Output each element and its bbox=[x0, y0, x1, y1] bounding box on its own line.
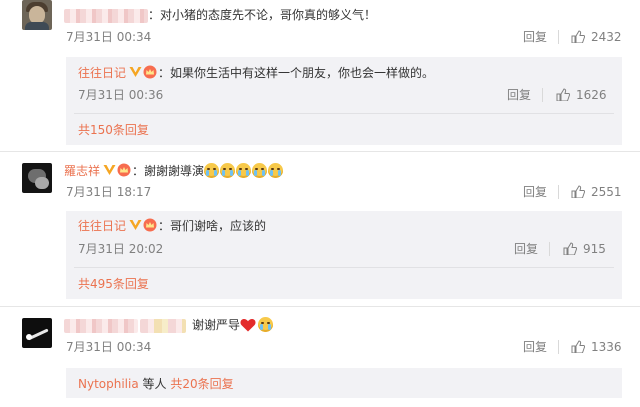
avatar-shape bbox=[35, 177, 49, 189]
divider bbox=[0, 306, 640, 307]
blurred-username[interactable] bbox=[64, 318, 138, 333]
vip-crown-icon bbox=[117, 163, 131, 177]
reply-2-username[interactable]: 往往日记 bbox=[78, 219, 126, 233]
vip-crown-icon bbox=[143, 218, 157, 232]
red-heart-emoji bbox=[240, 318, 256, 332]
comment-2-like-count: 2551 bbox=[591, 185, 622, 199]
avatar-body bbox=[25, 22, 49, 30]
comment-1-like-button[interactable]: 2432 bbox=[571, 29, 622, 45]
comment-2-like-button[interactable]: 2551 bbox=[571, 184, 622, 200]
avatar[interactable] bbox=[22, 318, 52, 348]
verified-v-icon bbox=[103, 165, 116, 175]
reply-1-like-count: 1626 bbox=[576, 88, 607, 102]
more-replies-link[interactable]: 共20条回复 bbox=[170, 377, 233, 391]
reply-1-reply-button[interactable]: 回复 bbox=[507, 87, 531, 103]
crying-face-emoji bbox=[220, 163, 236, 178]
crying-face-emoji bbox=[252, 163, 268, 178]
comment-3-line: 谢谢严导 bbox=[64, 317, 274, 333]
thumbs-up-icon bbox=[571, 30, 585, 43]
verified-v-icon bbox=[129, 67, 142, 77]
comment-3-text: 谢谢严导 bbox=[192, 318, 241, 332]
comment-2-line: 羅志祥 ：謝謝謝導演 bbox=[64, 163, 284, 179]
reply-users-link[interactable]: Nytophilia bbox=[78, 377, 139, 391]
thumbs-up-icon bbox=[571, 185, 585, 198]
comment-2-time: 7月31日 18:17 bbox=[66, 185, 152, 199]
thumbs-up-icon bbox=[556, 88, 570, 101]
avatar-shape bbox=[26, 334, 32, 340]
divider bbox=[542, 88, 543, 102]
reply-1-like-button[interactable]: 1626 bbox=[556, 87, 607, 103]
comment-1-line: ：对小猪的态度先不论，哥你真的够义气！ bbox=[64, 7, 376, 23]
blurred-username[interactable] bbox=[64, 8, 148, 23]
comment-1-text: ：对小猪的态度先不论，哥你真的够义气！ bbox=[148, 8, 377, 22]
reply-2-text: ：哥们谢啥，应该的 bbox=[158, 219, 267, 233]
crying-face-emoji bbox=[204, 163, 220, 178]
vip-crown-icon bbox=[143, 65, 157, 79]
divider bbox=[558, 30, 559, 44]
more-replies-link[interactable]: 共495条回复 bbox=[78, 276, 149, 292]
comment-3-reply-button[interactable]: 回复 bbox=[523, 339, 547, 355]
comment-3-time: 7月31日 00:34 bbox=[66, 340, 152, 354]
reply-2-time: 7月31日 20:02 bbox=[78, 242, 164, 256]
comment-3-like-button[interactable]: 1336 bbox=[571, 339, 622, 355]
avatar[interactable] bbox=[22, 163, 52, 193]
reply-1-username[interactable]: 往往日记 bbox=[78, 66, 126, 80]
crying-face-emoji bbox=[268, 163, 284, 178]
comment-2-username[interactable]: 羅志祥 bbox=[64, 164, 100, 178]
divider bbox=[74, 267, 614, 268]
comment-1-like-count: 2432 bbox=[591, 30, 622, 44]
avatar[interactable] bbox=[22, 0, 52, 30]
reply-2-like-button[interactable]: 915 bbox=[563, 241, 606, 257]
comment-1-reply-button[interactable]: 回复 bbox=[523, 29, 547, 45]
reply-summary-line: Nytophilia 等人 共20条回复 bbox=[78, 376, 234, 392]
crying-face-emoji bbox=[236, 163, 252, 178]
reply-1-line: 往往日记 ：如果你生活中有这样一个朋友，你也会一样做的。 bbox=[78, 65, 434, 81]
thumbs-up-icon bbox=[563, 242, 577, 255]
divider bbox=[0, 151, 640, 152]
divider bbox=[558, 340, 559, 354]
more-replies-link[interactable]: 共150条回复 bbox=[78, 122, 149, 138]
divider bbox=[558, 185, 559, 199]
comment-3-like-count: 1336 bbox=[591, 340, 622, 354]
divider bbox=[549, 242, 550, 256]
comment-2-text: ：謝謝謝導演 bbox=[132, 164, 205, 178]
blurred-badges bbox=[140, 318, 186, 333]
reply-1-text: ：如果你生活中有这样一个朋友，你也会一样做的。 bbox=[158, 66, 435, 80]
reply-1-time: 7月31日 00:36 bbox=[78, 88, 164, 102]
reply-2-line: 往往日记 ：哥们谢啥，应该的 bbox=[78, 218, 266, 234]
comment-1-time: 7月31日 00:34 bbox=[66, 30, 152, 44]
reply-2-reply-button[interactable]: 回复 bbox=[514, 241, 538, 257]
comment-2-reply-button[interactable]: 回复 bbox=[523, 184, 547, 200]
thumbs-up-icon bbox=[571, 340, 585, 353]
crying-face-emoji bbox=[258, 317, 274, 332]
reply-users-suffix: 等人 bbox=[142, 377, 167, 391]
verified-v-icon bbox=[129, 220, 142, 230]
reply-2-like-count: 915 bbox=[583, 242, 606, 256]
divider bbox=[74, 113, 614, 114]
